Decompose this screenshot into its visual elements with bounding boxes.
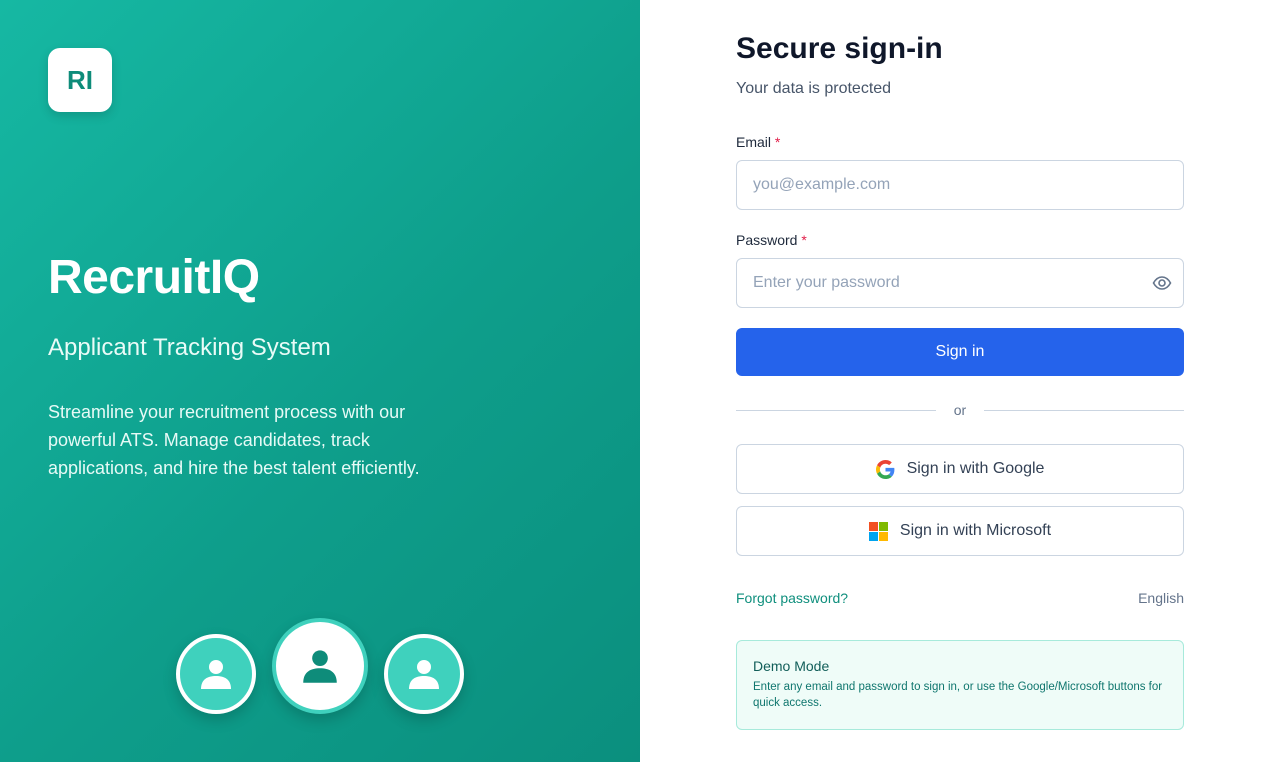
demo-text: Enter any email and password to sign in,… [753,681,1163,709]
email-label-text: Email [736,134,772,150]
required-marker: * [774,134,781,150]
demo-mode-notice: Demo Mode Enter any email and password t… [736,640,1184,730]
required-marker: * [801,232,807,248]
divider-line [984,410,1184,411]
avatar [384,634,464,714]
brand-tagline: Applicant Tracking System [48,334,331,361]
microsoft-icon [868,521,888,541]
page-title: Secure sign-in [736,32,943,65]
page-subtitle: Your data is protected [736,80,892,97]
avatar [176,634,256,714]
forgot-password-link[interactable]: Forgot password? [736,590,848,606]
google-sign-in-button[interactable]: Sign in with Google [736,444,1184,494]
microsoft-sign-in-label: Sign in with Microsoft [899,522,1052,539]
user-icon [409,660,439,689]
brand-panel: RI RecruitIQ Applicant Tracking System S… [0,0,640,762]
avatar [272,618,368,714]
email-field[interactable] [736,160,1184,210]
language-selector[interactable]: English [1138,590,1184,606]
user-icon [303,650,337,683]
sign-in-button[interactable]: Sign in [736,328,1184,376]
google-sign-in-label: Sign in with Google [906,460,1045,477]
or-divider: or [736,400,1184,420]
password-field-wrapper [736,258,1184,308]
demo-title: Demo Mode [753,658,830,674]
brand-description: Streamline your recruitment process with… [48,402,420,478]
brand-name: RecruitIQ [48,251,260,304]
eye-icon[interactable] [1152,273,1172,293]
email-label: Email * [736,134,780,150]
google-icon [875,459,894,479]
password-label-text: Password [736,232,798,248]
microsoft-sign-in-button[interactable]: Sign in with Microsoft [736,506,1184,556]
password-label: Password * [736,232,807,248]
password-field[interactable] [736,258,1184,308]
user-icon [201,660,231,689]
sign-in-panel: Secure sign-in Your data is protected Em… [640,0,1280,762]
app-logo: RI [48,48,112,112]
